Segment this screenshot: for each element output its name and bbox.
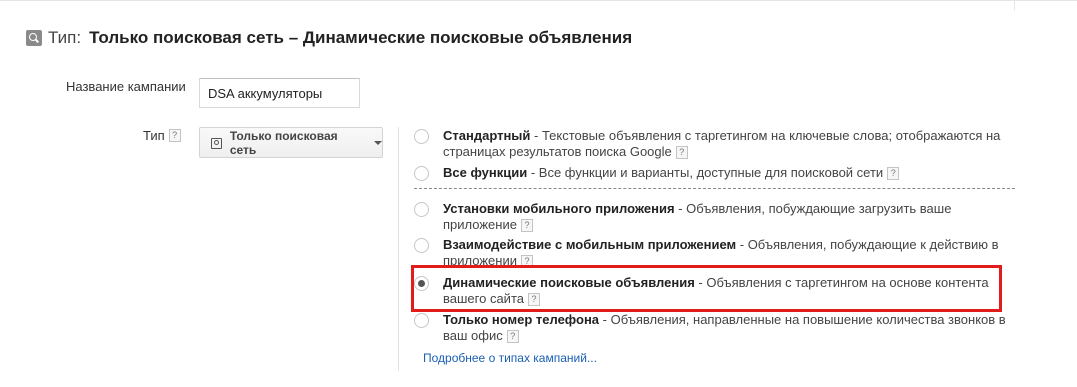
- help-icon[interactable]: ?: [520, 255, 533, 269]
- page-title: Только поисковая сеть – Динамические пои…: [89, 28, 633, 47]
- type-label: Тип: [143, 128, 165, 143]
- option-desc: - Все функции и варианты, доступные для …: [527, 165, 884, 180]
- search-icon: [26, 30, 42, 46]
- option-text: Только номер телефона - Объявления, напр…: [443, 312, 1014, 344]
- option-call-only[interactable]: Только номер телефона - Объявления, напр…: [414, 312, 1014, 344]
- help-icon[interactable]: ?: [527, 293, 540, 307]
- learn-more-link[interactable]: Подробнее о типах кампаний...: [423, 351, 597, 365]
- campaign-name-input[interactable]: [199, 78, 360, 108]
- option-mobile-app-installs[interactable]: Установки мобильного приложения - Объявл…: [414, 201, 1014, 233]
- radio-mobile-app-engagement[interactable]: [414, 238, 429, 253]
- dropdown-label: Только поисковая сеть: [229, 128, 338, 157]
- radio-call-only[interactable]: [414, 313, 429, 328]
- option-title: Только номер телефона: [443, 312, 600, 327]
- option-text: Взаимодействие с мобильным приложением -…: [443, 237, 1014, 269]
- help-icon[interactable]: ?: [520, 219, 533, 233]
- option-title: Взаимодействие с мобильным приложением: [443, 237, 737, 252]
- option-text: Все функции - Все функции и варианты, до…: [443, 165, 1014, 181]
- help-icon[interactable]: ?: [675, 146, 688, 160]
- search-network-icon: [211, 137, 222, 149]
- options-separator: [398, 127, 399, 371]
- radio-mobile-app-installs[interactable]: [414, 202, 429, 217]
- top-border: [0, 0, 1077, 1]
- radio-dynamic-search-ads[interactable]: [414, 276, 429, 291]
- option-title: Стандартный: [443, 128, 531, 143]
- radio-standard[interactable]: [414, 129, 429, 144]
- option-standard[interactable]: Стандартный - Текстовые объявления с тар…: [414, 128, 1014, 160]
- help-icon[interactable]: ?: [168, 129, 181, 142]
- help-icon[interactable]: ?: [506, 330, 519, 344]
- option-dynamic-search-ads[interactable]: Динамические поисковые объявления - Объя…: [414, 275, 1014, 307]
- type-label-row: Тип ?: [143, 128, 181, 143]
- network-type-dropdown[interactable]: Только поисковая сеть: [199, 127, 383, 158]
- radio-all-features[interactable]: [414, 166, 429, 181]
- campaign-name-label: Название кампании: [66, 79, 186, 94]
- option-all-features[interactable]: Все функции - Все функции и варианты, до…: [414, 165, 1014, 181]
- option-title: Все функции: [443, 165, 528, 180]
- help-icon[interactable]: ?: [887, 167, 900, 181]
- options-divider: [414, 188, 1015, 189]
- option-text: Стандартный - Текстовые объявления с тар…: [443, 128, 1014, 160]
- option-mobile-app-engagement[interactable]: Взаимодействие с мобильным приложением -…: [414, 237, 1014, 269]
- option-title: Динамические поисковые объявления: [443, 275, 695, 290]
- option-text: Динамические поисковые объявления - Объя…: [443, 275, 1014, 307]
- header-prefix: Тип:: [48, 28, 82, 47]
- section-header: Тип: Только поисковая сеть – Динамически…: [26, 28, 632, 48]
- top-border-tick: [1014, 0, 1015, 10]
- option-title: Установки мобильного приложения: [443, 201, 675, 216]
- option-text: Установки мобильного приложения - Объявл…: [443, 201, 1014, 233]
- chevron-down-icon: [374, 140, 382, 145]
